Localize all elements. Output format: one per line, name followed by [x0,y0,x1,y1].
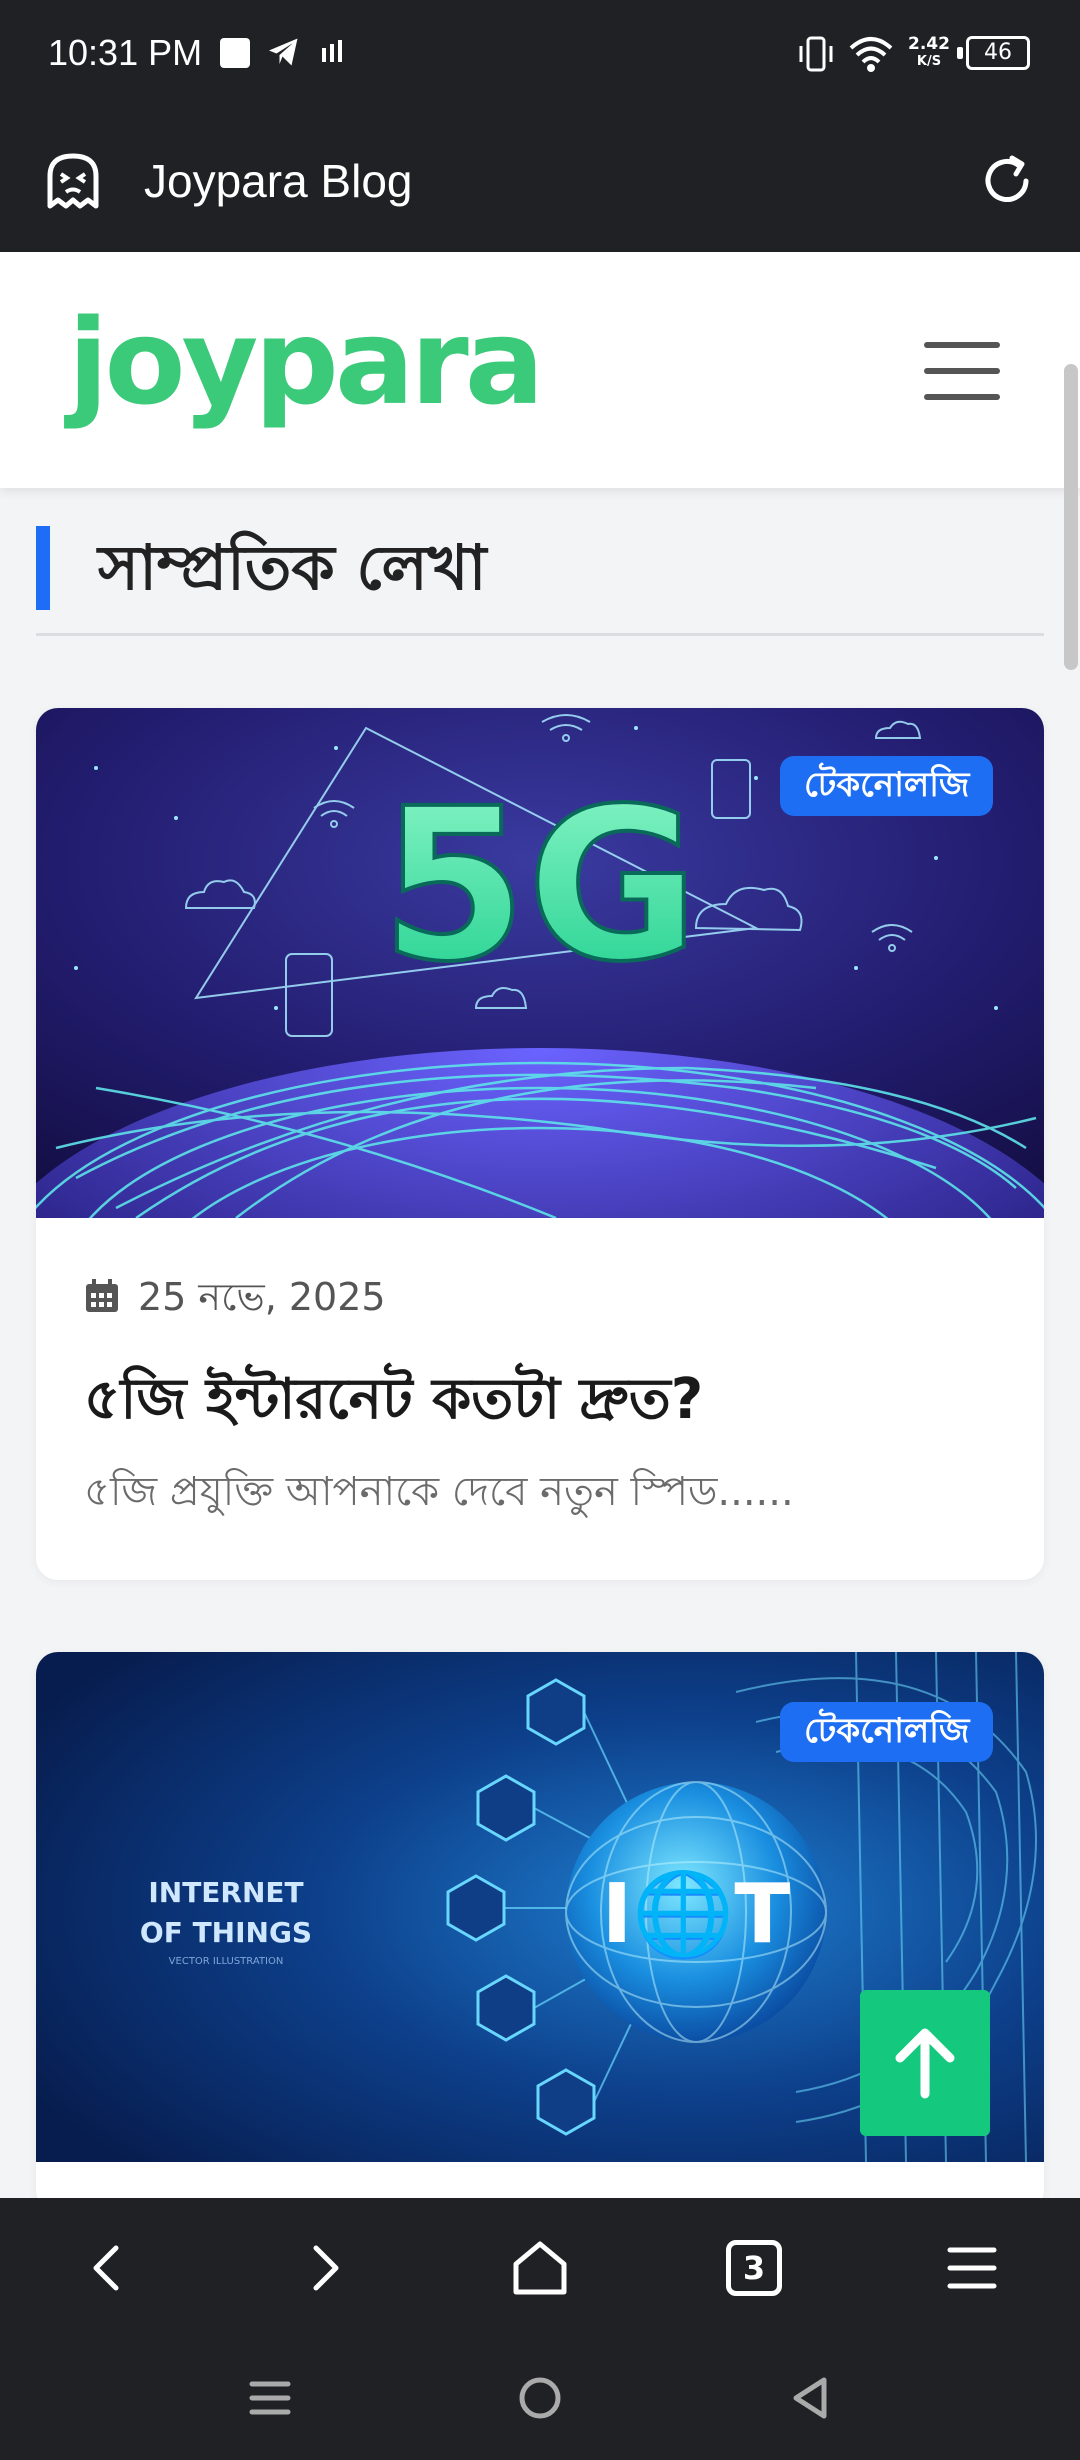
system-nav-bar [0,2338,1080,2460]
menu-line-icon [924,394,1000,400]
5g-image-text: 5G [381,763,700,1008]
category-badge[interactable]: টেকনোলজি [780,756,994,816]
page-scrollbar[interactable] [1064,364,1078,670]
wifi-icon [849,37,893,72]
notification-square-icon [220,38,250,68]
back-triangle-icon[interactable] [780,2368,840,2428]
home-icon[interactable] [504,2232,576,2304]
post-date-text: 25 নভে, 2025 [138,1275,386,1319]
site-header: joypara [0,252,1080,488]
browser-menu-icon[interactable] [936,2232,1008,2304]
site-logo[interactable]: joypara [68,302,544,422]
back-to-top-button[interactable] [860,1990,990,2136]
section-title: সাম্প্রতিক লেখা [98,531,487,604]
vibrate-icon [799,36,833,72]
iot-image-text: I🌐T [602,1867,791,1962]
battery-indicator: 46 [957,36,1030,70]
tabs-count-button[interactable]: 3 [726,2240,782,2296]
recent-apps-icon[interactable] [240,2368,300,2428]
telegram-icon [269,38,298,66]
heading-accent-bar [36,526,50,610]
menu-line-icon [924,368,1000,374]
arrow-up-icon [895,2028,955,2099]
post-excerpt: ৫জি প্রযুক্তি আপনাকে দেবে নতুন স্পিড....… [84,1469,794,1515]
iot-text-line2: OF THINGS [140,1916,312,1949]
post-card[interactable]: 5G টেকনোলজি 25 নভে, 2025 ৫জি ইন্টারনেট ক… [36,708,1044,1580]
home-circle-icon[interactable] [510,2368,570,2428]
category-badge[interactable]: টেকনোলজি [780,1702,994,1762]
menu-line-icon [924,342,1000,348]
app-title: Joypara Blog [144,155,413,207]
signal-bars-icon [322,40,342,62]
ghost-site-icon [47,153,99,209]
network-speed: 2.42 K/S [908,34,950,70]
back-icon[interactable] [72,2232,144,2304]
status-time: 10:31 PM [48,32,203,73]
post-thumbnail-5g[interactable]: 5G টেকনোলজি [36,708,1044,1218]
browser-bottom-bar: 3 [0,2198,1080,2338]
forward-icon[interactable] [288,2232,360,2304]
browser-app-bar: Joypara Blog [0,110,1080,252]
post-title[interactable]: ৫জি ইন্টারনেট কতটা দ্রুত? [84,1356,703,1450]
hamburger-menu-button[interactable] [924,342,1000,400]
reload-icon[interactable] [978,152,1036,210]
post-date: 25 নভে, 2025 [84,1268,386,1332]
iot-text-small: VECTOR ILLUSTRATION [169,1956,284,1967]
status-bar: 10:31 PM 2.42 K/S 46 [0,0,1080,110]
calendar-icon [86,1279,118,1312]
iot-text-line1: INTERNET [148,1876,303,1909]
section-heading: সাম্প্রতিক লেখা [36,522,1044,636]
